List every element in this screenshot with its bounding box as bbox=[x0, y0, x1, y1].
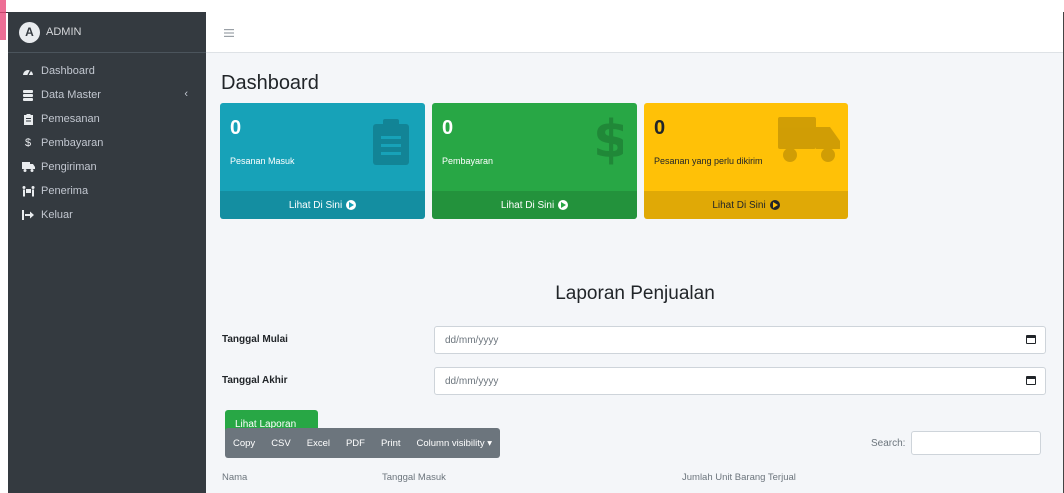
sidebar: A ADMIN Dashboard Data Master ‹ Pemesana… bbox=[8, 12, 206, 493]
print-button[interactable]: Print bbox=[373, 428, 409, 458]
end-date-input[interactable]: dd/mm/yyyy bbox=[434, 367, 1046, 395]
box-footer-label: Lihat Di Sini bbox=[288, 199, 343, 211]
sign-out-icon bbox=[21, 210, 35, 220]
box-footer-label: Lihat Di Sini bbox=[712, 199, 766, 211]
start-date-placeholder: dd/mm/yyyy bbox=[445, 334, 499, 346]
column-header-tanggal-masuk[interactable]: Tanggal Masuk bbox=[382, 472, 682, 484]
table-search: Search: bbox=[871, 431, 1042, 455]
accent-bar bbox=[0, 0, 6, 40]
clipboard-icon bbox=[21, 113, 35, 125]
box-label: Pesanan Masuk bbox=[230, 156, 295, 166]
clipboard-list-icon bbox=[373, 119, 409, 170]
sidebar-nav: Dashboard Data Master ‹ Pemesanan $ Pemb… bbox=[8, 53, 206, 227]
calendar-icon[interactable] bbox=[1026, 335, 1036, 344]
export-button-group: Copy CSV Excel PDF Print Column visibili… bbox=[225, 428, 501, 458]
column-visibility-button[interactable]: Column visibility ▾ bbox=[409, 428, 501, 458]
excel-button[interactable]: Excel bbox=[299, 428, 338, 458]
sidebar-item-label: Penerima bbox=[41, 185, 89, 197]
search-label: Search: bbox=[871, 437, 906, 449]
tachometer-icon bbox=[21, 66, 35, 76]
calendar-icon[interactable] bbox=[1026, 376, 1036, 385]
end-date-label: Tanggal Akhir bbox=[222, 375, 288, 386]
brand[interactable]: A ADMIN bbox=[8, 12, 206, 53]
dollar-icon: $ bbox=[24, 137, 32, 149]
column-header-jumlah-unit[interactable]: Jumlah Unit Barang Terjual bbox=[682, 472, 982, 484]
column-header-nama[interactable]: Nama bbox=[222, 472, 382, 484]
info-box-pesanan-masuk: 0 Pesanan Masuk Lihat Di Sini bbox=[220, 103, 425, 219]
page-title: Dashboard bbox=[221, 72, 319, 94]
sidebar-item-pemesanan[interactable]: Pemesanan bbox=[8, 107, 206, 131]
arrow-circle-right-icon bbox=[769, 200, 780, 210]
sidebar-item-pengiriman[interactable]: Pengiriman bbox=[8, 155, 206, 179]
info-box-pembayaran: 0 Pembayaran $ Lihat Di Sini bbox=[432, 103, 637, 219]
chevron-left-icon: ‹ bbox=[184, 88, 188, 100]
sidebar-item-label: Pembayaran bbox=[41, 137, 104, 149]
box-count: 0 bbox=[230, 117, 242, 139]
sidebar-item-label: Data Master bbox=[41, 89, 101, 101]
brand-logo: A bbox=[19, 21, 40, 43]
box-count: 0 bbox=[442, 117, 454, 139]
box-footer-label: Lihat Di Sini bbox=[500, 199, 555, 211]
dollar-sign-icon: $ bbox=[593, 109, 629, 170]
box-label: Pesanan yang perlu dikirim bbox=[654, 156, 763, 166]
top-navbar bbox=[206, 12, 1063, 53]
box-footer-link[interactable]: Lihat Di Sini bbox=[432, 191, 637, 219]
database-icon bbox=[21, 89, 35, 101]
box-label: Pembayaran bbox=[442, 156, 494, 166]
svg-text:$: $ bbox=[593, 110, 623, 165]
sidebar-item-label: Keluar bbox=[41, 209, 73, 221]
csv-button[interactable]: CSV bbox=[263, 428, 299, 458]
arrow-circle-right-icon bbox=[346, 200, 357, 210]
box-footer-link[interactable]: Lihat Di Sini bbox=[220, 191, 425, 219]
start-date-input[interactable]: dd/mm/yyyy bbox=[434, 326, 1046, 354]
report-title: Laporan Penjualan bbox=[555, 283, 715, 304]
main-content: Dashboard 0 Pesanan Masuk Lihat Di Sini … bbox=[206, 12, 1064, 493]
people-carry-icon bbox=[21, 185, 35, 197]
box-footer-link[interactable]: Lihat Di Sini bbox=[644, 191, 848, 219]
pdf-button[interactable]: PDF bbox=[338, 428, 373, 458]
search-input[interactable] bbox=[911, 431, 1042, 455]
sidebar-item-data-master[interactable]: Data Master ‹ bbox=[8, 83, 206, 107]
start-date-label: Tanggal Mulai bbox=[222, 334, 288, 345]
info-box-pengiriman: 0 Pesanan yang perlu dikirim Lihat Di Si… bbox=[644, 103, 848, 219]
sidebar-item-pembayaran[interactable]: $ Pembayaran bbox=[8, 131, 206, 155]
truck-icon bbox=[21, 162, 35, 172]
arrow-circle-right-icon bbox=[558, 200, 569, 210]
sidebar-item-dashboard[interactable]: Dashboard bbox=[8, 59, 206, 83]
box-count: 0 bbox=[654, 117, 666, 139]
truck-icon bbox=[778, 117, 840, 168]
brand-name: ADMIN bbox=[46, 26, 82, 38]
sidebar-item-penerima[interactable]: Penerima bbox=[8, 179, 206, 203]
sidebar-item-label: Pemesanan bbox=[41, 113, 100, 125]
sidebar-item-keluar[interactable]: Keluar bbox=[8, 203, 206, 227]
copy-button[interactable]: Copy bbox=[225, 428, 263, 458]
bars-icon[interactable] bbox=[224, 25, 234, 40]
sidebar-item-label: Dashboard bbox=[41, 65, 95, 77]
table-header: Nama Tanggal Masuk Jumlah Unit Barang Te… bbox=[222, 472, 1042, 484]
sidebar-item-label: Pengiriman bbox=[41, 161, 97, 173]
end-date-placeholder: dd/mm/yyyy bbox=[445, 375, 499, 387]
